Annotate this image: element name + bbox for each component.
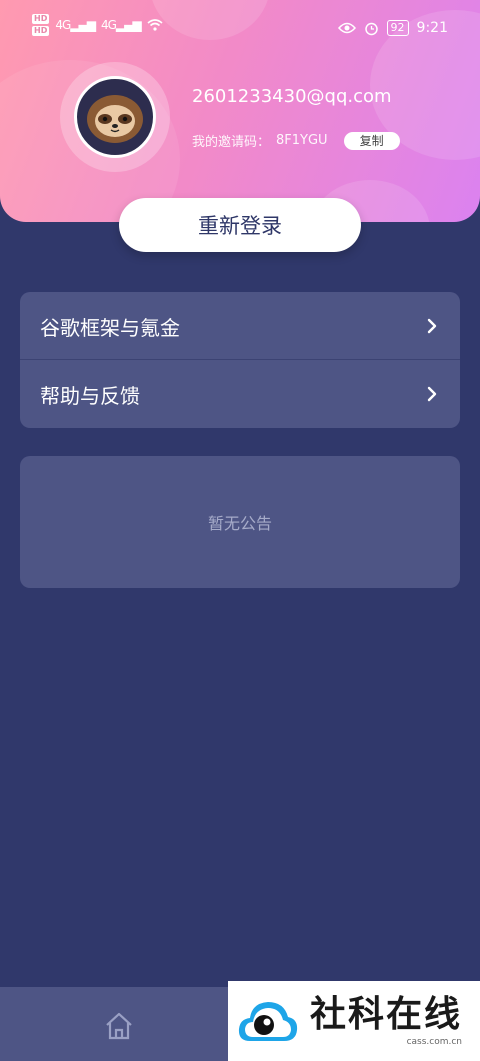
eye-icon	[337, 22, 356, 34]
home-icon[interactable]	[103, 1010, 135, 1042]
menu-item-label: 帮助与反馈	[40, 383, 140, 408]
alarm-icon	[364, 22, 378, 35]
menu-card: 谷歌框架与氪金 帮助与反馈	[20, 292, 460, 428]
hd-badges: HD HD	[32, 14, 50, 36]
signal-icon: 4G▂▄▆	[100, 18, 142, 32]
profile-header: HD HD 4G▂▄▆ 4G▂▄▆ 92 9:21 2601233430@qq.…	[0, 0, 480, 222]
signal-icon: 4G▂▄▆	[55, 18, 96, 32]
cloud-eye-logo	[238, 1002, 298, 1041]
announcement-text: 暂无公告	[207, 514, 272, 533]
chevron-right-icon	[427, 386, 437, 402]
hd-badge: HD	[32, 14, 50, 24]
chevron-right-icon	[427, 318, 437, 334]
status-bar: HD HD 4G▂▄▆ 4G▂▄▆ 92 9:21	[0, 0, 480, 60]
clock: 9:21	[416, 20, 448, 36]
watermark-title: 社科在线	[310, 994, 463, 1035]
invite-code-row: 我的邀请码： 8F1YGU 复制	[192, 131, 400, 150]
menu-item-help-feedback[interactable]: 帮助与反馈	[20, 360, 460, 428]
user-email: 2601233430@qq.com	[192, 86, 392, 107]
menu-item-google-framework[interactable]: 谷歌框架与氪金	[20, 292, 460, 360]
copy-button[interactable]: 复制	[343, 131, 400, 150]
watermark: 社科在线 cass.com.cn	[228, 981, 480, 1061]
hd-badge: HD	[32, 26, 50, 36]
announcement-card: 暂无公告	[20, 456, 460, 588]
avatar-ring[interactable]	[60, 62, 170, 172]
divider	[20, 359, 460, 360]
menu-item-label: 谷歌框架与氪金	[40, 315, 180, 340]
sloth-avatar-icon	[87, 95, 143, 143]
invite-label: 我的邀请码：	[192, 135, 271, 150]
wifi-icon	[147, 19, 163, 31]
battery-indicator: 92	[386, 20, 409, 36]
avatar[interactable]	[74, 76, 156, 158]
relogin-button[interactable]: 重新登录	[119, 198, 361, 252]
invite-code: 8F1YGU	[276, 133, 328, 148]
watermark-subtitle: cass.com.cn	[406, 1037, 463, 1047]
